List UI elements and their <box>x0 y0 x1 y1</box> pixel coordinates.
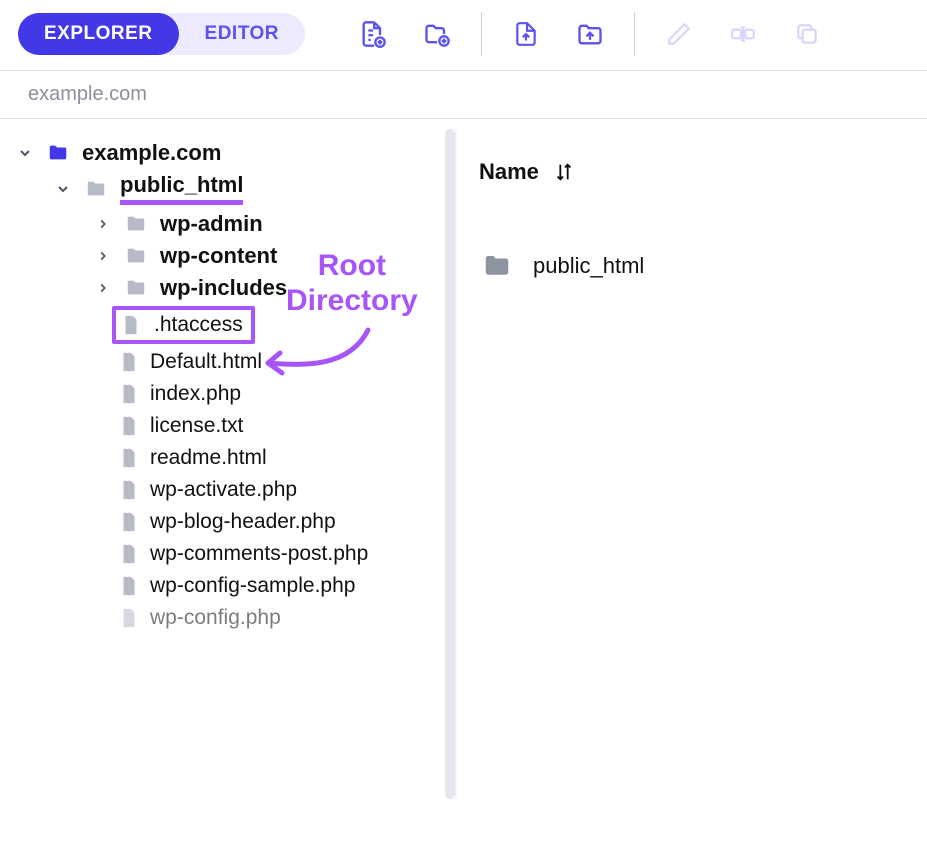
tree-item-label: license.txt <box>150 414 243 438</box>
toolbar-separator <box>481 12 482 56</box>
tree-folder-wp-content[interactable]: wp-content <box>10 240 445 272</box>
new-file-button[interactable] <box>345 14 401 54</box>
tree-file[interactable]: wp-blog-header.php <box>10 506 445 538</box>
tree-root[interactable]: example.com <box>10 137 445 169</box>
tree-item-label: wp-config-sample.php <box>150 574 355 598</box>
chevron-down-icon <box>54 181 72 197</box>
file-icon <box>118 381 140 407</box>
folder-icon <box>122 277 150 299</box>
tab-explorer[interactable]: EXPLORER <box>18 13 179 55</box>
file-icon <box>118 477 140 503</box>
tree-file-htaccess[interactable]: .htaccess <box>112 306 255 344</box>
tree-root-label: example.com <box>82 140 221 166</box>
main-pane: Name public_html <box>455 119 927 825</box>
tree-item-label: Default.html <box>150 350 262 374</box>
breadcrumb[interactable]: example.com <box>0 70 927 119</box>
tree-item-label: index.php <box>150 382 241 406</box>
tree-item-label: wp-activate.php <box>150 478 297 502</box>
tree-folder-wp-includes[interactable]: wp-includes <box>10 272 445 304</box>
tree-public-html[interactable]: public_html <box>10 169 445 208</box>
pane-divider[interactable] <box>445 129 455 799</box>
chevron-right-icon <box>94 217 112 231</box>
list-item-label: public_html <box>533 253 644 279</box>
chevron-right-icon <box>94 281 112 295</box>
folder-icon <box>122 213 150 235</box>
file-icon <box>118 605 140 631</box>
edit-button[interactable] <box>651 14 707 54</box>
column-header-name[interactable]: Name <box>479 159 907 185</box>
file-icon <box>118 541 140 567</box>
file-icon <box>118 573 140 599</box>
folder-icon <box>122 245 150 267</box>
tree-file[interactable]: wp-config.php <box>10 602 445 634</box>
toolbar: EXPLORER EDITOR <box>0 0 927 70</box>
tree-item-label: wp-blog-header.php <box>150 510 336 534</box>
upload-folder-button[interactable] <box>562 14 618 54</box>
rename-button[interactable] <box>715 14 771 54</box>
folder-icon <box>82 178 110 200</box>
file-icon <box>118 445 140 471</box>
column-header-label: Name <box>479 159 539 185</box>
tree-pane: example.com public_html wp-admin wp-cont… <box>0 119 445 825</box>
folder-icon <box>44 142 72 164</box>
tree-item-label: wp-comments-post.php <box>150 542 368 566</box>
file-icon <box>118 349 140 375</box>
tree-item-label: .htaccess <box>154 313 243 337</box>
tree-file[interactable]: wp-config-sample.php <box>10 570 445 602</box>
tab-editor[interactable]: EDITOR <box>179 13 305 55</box>
copy-button[interactable] <box>779 14 835 54</box>
tree-item-label: wp-includes <box>160 275 287 301</box>
tree-item-label: readme.html <box>150 446 267 470</box>
tree-file[interactable]: license.txt <box>10 410 445 442</box>
tree-file[interactable]: readme.html <box>10 442 445 474</box>
chevron-down-icon <box>16 145 34 161</box>
folder-icon <box>479 251 515 281</box>
tree-file[interactable]: index.php <box>10 378 445 410</box>
tab-group: EXPLORER EDITOR <box>18 13 305 55</box>
panes: example.com public_html wp-admin wp-cont… <box>0 119 927 825</box>
file-icon <box>118 413 140 439</box>
tree-file[interactable]: wp-comments-post.php <box>10 538 445 570</box>
toolbar-separator <box>634 12 635 56</box>
tree-folder-wp-admin[interactable]: wp-admin <box>10 208 445 240</box>
tree-file[interactable]: wp-activate.php <box>10 474 445 506</box>
tree-public-html-label: public_html <box>120 172 243 205</box>
sort-icon <box>553 161 575 183</box>
tree-item-label: wp-admin <box>160 211 263 237</box>
list-item-public-html[interactable]: public_html <box>475 245 907 287</box>
chevron-right-icon <box>94 249 112 263</box>
tree-item-label: wp-content <box>160 243 277 269</box>
upload-file-button[interactable] <box>498 14 554 54</box>
tree-item-label: wp-config.php <box>150 606 281 630</box>
new-folder-button[interactable] <box>409 14 465 54</box>
tree-file[interactable]: Default.html <box>10 346 445 378</box>
file-icon <box>118 509 140 535</box>
file-icon <box>120 312 142 338</box>
